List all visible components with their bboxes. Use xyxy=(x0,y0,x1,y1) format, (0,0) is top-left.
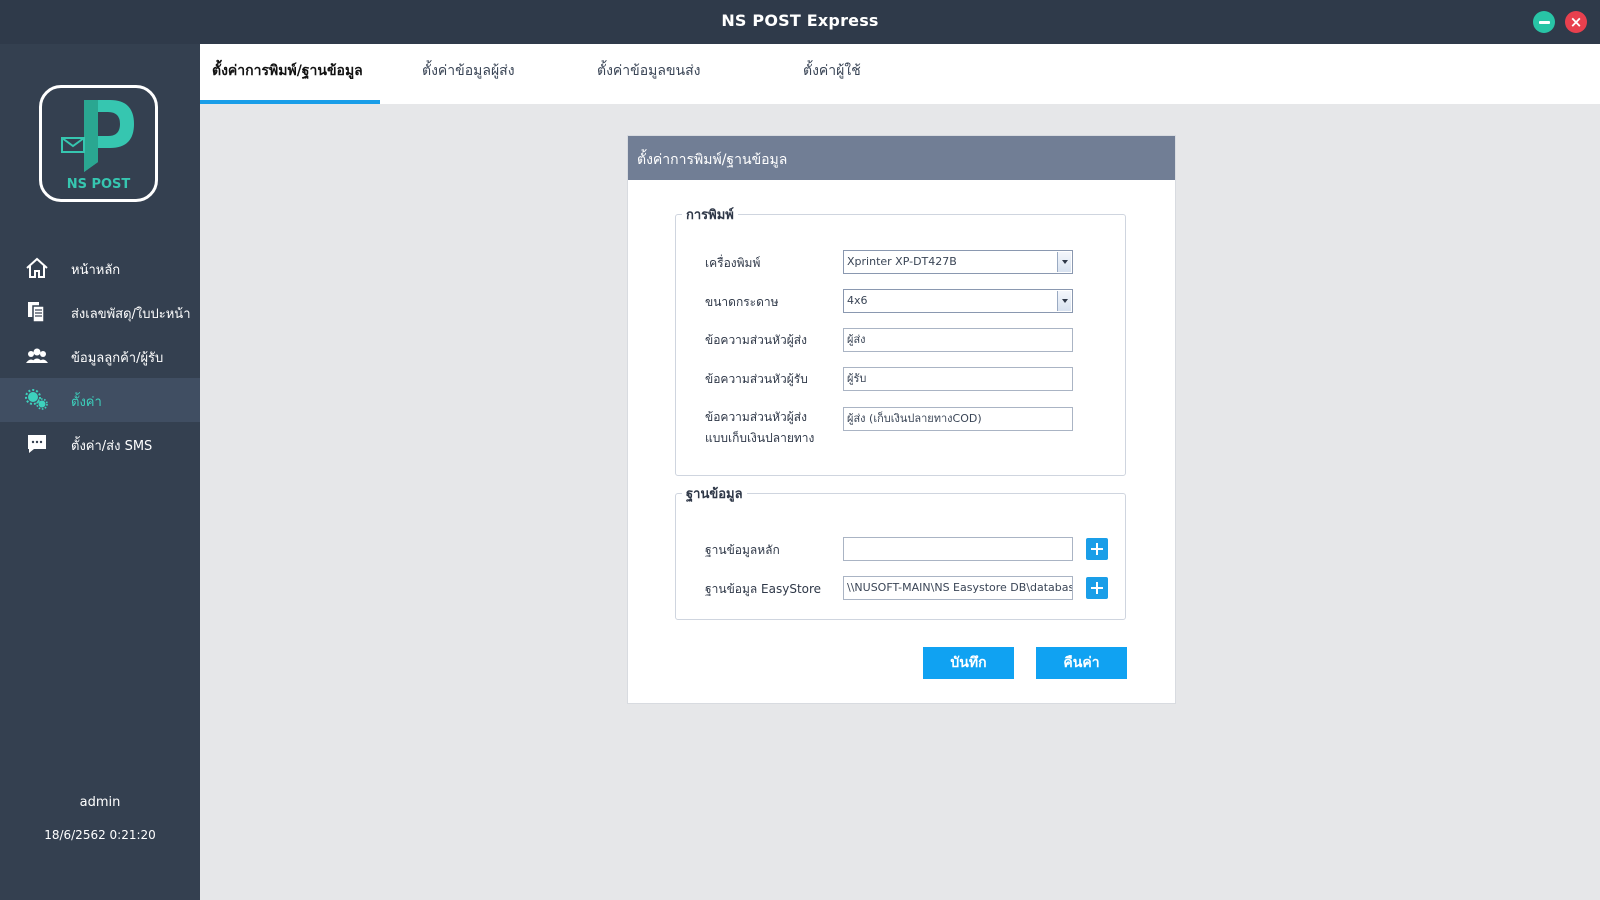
add-easystore-db-button[interactable] xyxy=(1086,577,1108,599)
documents-icon xyxy=(28,302,45,323)
paper-size-select[interactable]: 4x6 xyxy=(843,289,1073,313)
printer-select[interactable]: Xprinter XP-DT427B xyxy=(843,250,1073,274)
sidebar-item-label: ข้อมูลลูกค้า/ผู้รับ xyxy=(71,351,164,366)
plus-icon xyxy=(1091,543,1103,555)
sidebar-item-sms[interactable]: ตั้งค่า/ส่ง SMS xyxy=(0,422,200,466)
sidebar-item-label: ตั้งค่า/ส่ง SMS xyxy=(71,439,153,454)
title-bar: NS POST Express × xyxy=(0,0,1600,44)
paper-size-label: ขนาดกระดาษ xyxy=(705,295,779,309)
sidebar: NS POST หน้าหลัก ส่งเลขพัสดุ/ใบปะหน้า ข้… xyxy=(0,44,200,900)
tab-shipping-info[interactable]: ตั้งค่าข้อมูลขนส่ง xyxy=(597,60,700,82)
sidebar-item-label: ส่งเลขพัสดุ/ใบปะหน้า xyxy=(71,307,191,322)
sidebar-item-label: ตั้งค่า xyxy=(71,395,102,410)
close-button[interactable]: × xyxy=(1565,11,1587,33)
sidebar-item-settings[interactable]: ตั้งค่า xyxy=(0,378,200,422)
users-icon xyxy=(26,348,48,363)
tab-user-settings[interactable]: ตั้งค่าผู้ใช้ xyxy=(803,60,861,82)
plus-icon xyxy=(1091,582,1103,594)
cod-header-label-line2: แบบเก็บเงินปลายทาง xyxy=(705,431,815,445)
sidebar-item-shipments[interactable]: ส่งเลขพัสดุ/ใบปะหน้า xyxy=(0,290,200,334)
sidebar-item-customers[interactable]: ข้อมูลลูกค้า/ผู้รับ xyxy=(0,334,200,378)
printer-value: Xprinter XP-DT427B xyxy=(847,255,957,268)
receiver-header-label: ข้อความส่วนหัวผู้รับ xyxy=(705,372,808,386)
panel-title: ตั้งค่าการพิมพ์/ฐานข้อมูล xyxy=(637,152,788,168)
sidebar-item-label: หน้าหลัก xyxy=(71,263,121,278)
chevron-down-icon[interactable] xyxy=(1057,291,1071,311)
cod-header-input[interactable]: ผู้ส่ง (เก็บเงินปลายทางCOD) xyxy=(843,407,1073,431)
cod-header-label-line1: ข้อความส่วนหัวผู้ส่ง xyxy=(705,410,807,424)
settings-tabbar: ตั้งค่าการพิมพ์/ฐานข้อมูล ตั้งค่าข้อมูลผ… xyxy=(200,44,1600,104)
tab-sender-info[interactable]: ตั้งค่าข้อมูลผู้ส่ง xyxy=(422,60,515,82)
panel-header: ตั้งค่าการพิมพ์/ฐานข้อมูล xyxy=(628,136,1175,180)
ns-post-logo: NS POST xyxy=(39,85,158,202)
gears-icon xyxy=(25,389,48,410)
minus-icon xyxy=(1538,20,1550,24)
logo-text: NS POST xyxy=(66,177,131,192)
home-icon xyxy=(26,257,48,278)
easystore-db-label: ฐานข้อมูล EasyStore xyxy=(705,582,822,596)
current-datetime: 18/6/2562 0:21:20 xyxy=(44,828,156,842)
receiver-header-input[interactable]: ผู้รับ xyxy=(843,367,1073,391)
print-database-panel: ตั้งค่าการพิมพ์/ฐานข้อมูล การพิมพ์ เครื่… xyxy=(627,135,1176,704)
reset-button[interactable]: คืนค่า xyxy=(1036,647,1127,679)
paper-size-value: 4x6 xyxy=(847,294,868,307)
close-icon: × xyxy=(1569,13,1583,31)
add-main-db-button[interactable] xyxy=(1086,538,1108,560)
save-button[interactable]: บันทึก xyxy=(923,647,1014,679)
tab-print-database[interactable]: ตั้งค่าการพิมพ์/ฐานข้อมูล xyxy=(212,60,363,82)
print-group-legend: การพิมพ์ xyxy=(686,208,734,223)
easystore-db-input[interactable]: \\NUSOFT-MAIN\NS Easystore DB\database xyxy=(843,576,1073,600)
main-db-input[interactable] xyxy=(843,537,1073,561)
sender-header-input[interactable]: ผู้ส่ง xyxy=(843,328,1073,352)
current-user: admin xyxy=(79,795,121,810)
minimize-button[interactable] xyxy=(1533,11,1555,33)
printer-label: เครื่องพิมพ์ xyxy=(705,256,761,270)
sender-header-label: ข้อความส่วนหัวผู้ส่ง xyxy=(705,333,807,347)
chevron-down-icon[interactable] xyxy=(1057,252,1071,272)
main-db-label: ฐานข้อมูลหลัก xyxy=(705,543,780,557)
active-tab-indicator xyxy=(200,100,380,104)
database-group-legend: ฐานข้อมูล xyxy=(686,487,743,502)
sidebar-item-home[interactable]: หน้าหลัก xyxy=(0,246,200,290)
chat-icon xyxy=(28,435,46,453)
window-title: NS POST Express xyxy=(721,11,879,30)
